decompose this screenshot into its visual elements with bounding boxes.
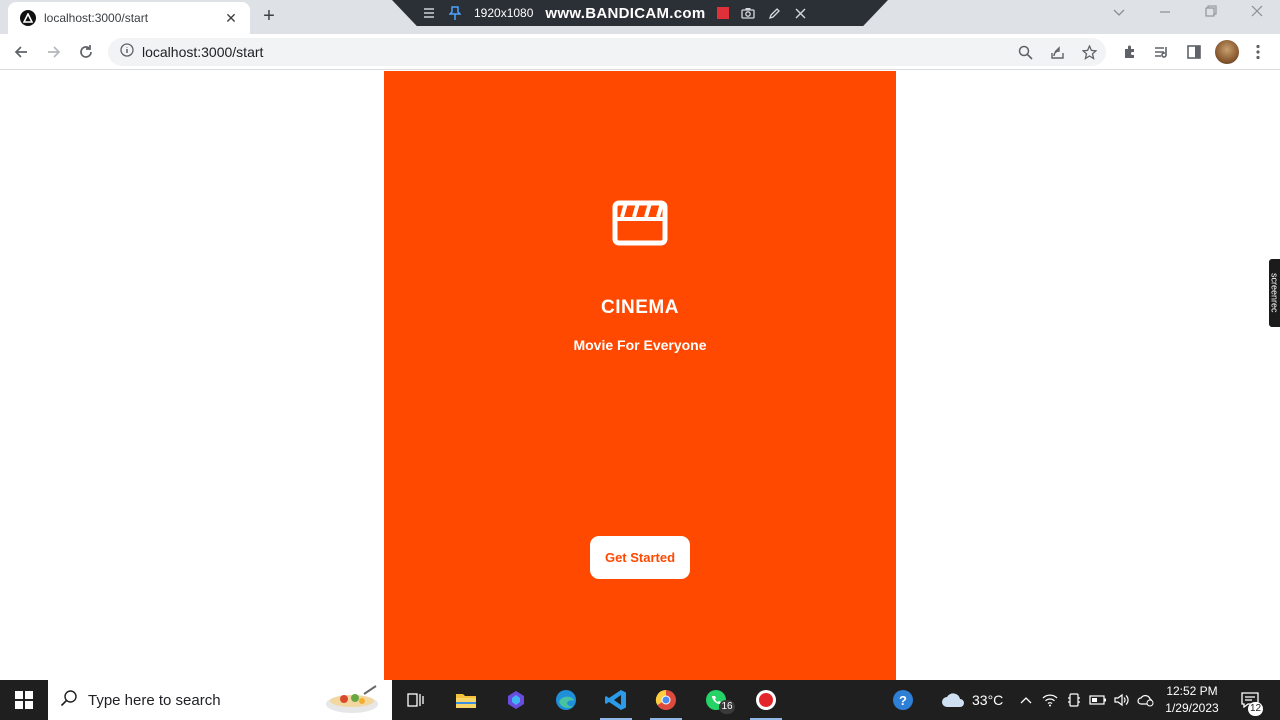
edge-browser-icon[interactable] (544, 680, 588, 720)
weather-temperature[interactable]: 33°C (972, 692, 1003, 708)
browser-tab[interactable]: localhost:3000/start ✕ (8, 2, 250, 34)
volume-icon[interactable] (1112, 690, 1132, 710)
page-viewport: CINEMA Movie For Everyone Get Started sc… (0, 71, 1280, 680)
pencil-icon[interactable] (767, 6, 781, 20)
menu-icon[interactable] (422, 6, 436, 20)
food-bowl-icon (326, 685, 378, 713)
file-explorer-icon[interactable] (444, 680, 488, 720)
battery-icon[interactable] (1088, 690, 1108, 710)
windows-start-icon[interactable] (0, 680, 48, 720)
chevron-up-icon[interactable] (1016, 690, 1036, 710)
pin-icon[interactable] (448, 6, 462, 20)
new-tab-button[interactable]: + (258, 6, 280, 28)
tab-search-chevron-icon[interactable] (1104, 4, 1134, 24)
whatsapp-badge: 16 (719, 700, 735, 714)
get-started-button[interactable]: Get Started (590, 536, 690, 579)
reading-list-icon[interactable] (1150, 40, 1174, 64)
url-text: localhost:3000/start (142, 44, 264, 60)
profile-avatar[interactable] (1215, 40, 1239, 64)
side-panel-icon[interactable] (1182, 40, 1206, 64)
vscode-icon[interactable] (594, 680, 638, 720)
splash-card: CINEMA Movie For Everyone Get Started (384, 71, 896, 680)
camera-icon[interactable] (741, 6, 756, 20)
screenrec-label: screenrec (1269, 273, 1280, 313)
screen-recorder-icon[interactable] (744, 680, 788, 720)
address-bar[interactable]: localhost:3000/start (108, 38, 1106, 66)
taskbar-search-box[interactable]: Type here to search (48, 680, 392, 720)
bookmark-star-icon[interactable] (1078, 41, 1100, 63)
windows-taskbar: Type here to search 16 ? 33°C 12:52 PM 1… (0, 680, 1280, 720)
chrome-browser-icon[interactable] (644, 680, 688, 720)
favicon-icon (20, 10, 36, 26)
notification-count-badge: 12 (1248, 702, 1263, 716)
tab-title: localhost:3000/start (44, 11, 149, 25)
more-menu-icon[interactable] (1246, 40, 1270, 64)
forward-arrow-icon[interactable] (42, 40, 66, 64)
extensions-puzzle-icon[interactable] (1118, 40, 1142, 64)
network-device-icon[interactable] (1064, 690, 1084, 710)
close-icon[interactable] (793, 6, 807, 20)
task-view-icon[interactable] (394, 680, 438, 720)
window-close-icon[interactable] (1242, 4, 1272, 24)
browser-toolbar: localhost:3000/start (0, 34, 1280, 70)
browser-tab-strip: localhost:3000/start ✕ + 1920x1080 www.B… (0, 0, 1280, 34)
site-info-icon[interactable] (120, 42, 134, 62)
copilot-app-icon[interactable] (494, 680, 538, 720)
bandicam-overlay: 1920x1080 www.BANDICAM.com (392, 0, 888, 26)
record-stop-icon[interactable] (717, 7, 730, 19)
share-icon[interactable] (1046, 41, 1068, 63)
taskbar-clock[interactable]: 12:52 PM 1/29/2023 (1152, 683, 1232, 717)
search-placeholder: Type here to search (88, 691, 221, 709)
notification-center-icon[interactable]: 12 (1238, 690, 1263, 716)
weather-cloud-icon[interactable] (940, 690, 966, 710)
app-tagline: Movie For Everyone (573, 337, 707, 353)
restore-icon[interactable] (1196, 4, 1226, 24)
recording-resolution: 1920x1080 (474, 6, 534, 20)
screenrec-widget[interactable]: screenrec (1269, 259, 1280, 327)
back-arrow-icon[interactable] (9, 40, 33, 64)
wifi-icon[interactable] (1040, 690, 1060, 710)
search-icon (60, 689, 78, 712)
bandicam-brand: www.BANDICAM.com (545, 4, 706, 22)
app-title: CINEMA (601, 297, 679, 318)
minimize-icon[interactable] (1150, 4, 1180, 24)
clapperboard-icon (612, 200, 668, 246)
whatsapp-icon[interactable]: 16 (694, 680, 738, 720)
tab-close-icon[interactable]: ✕ (222, 10, 240, 27)
help-icon[interactable]: ? (892, 689, 914, 711)
reload-icon[interactable] (74, 40, 98, 64)
clock-date: 1/29/2023 (1165, 701, 1219, 715)
zoom-icon[interactable] (1014, 41, 1036, 63)
svg-text:?: ? (899, 693, 907, 708)
clock-time: 12:52 PM (1166, 684, 1218, 698)
